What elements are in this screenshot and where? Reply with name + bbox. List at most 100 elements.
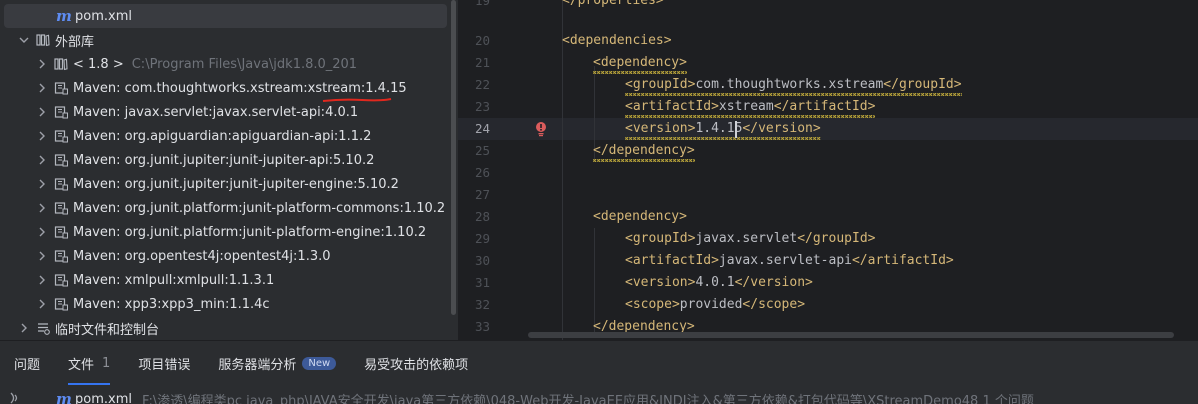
tree-item-maven-lib[interactable]: Maven: org.opentest4j:opentest4j:1.3.0 bbox=[0, 244, 458, 268]
chevron-down-icon[interactable] bbox=[18, 34, 30, 46]
tree-item-label: 临时文件和控制台 bbox=[55, 322, 160, 338]
line-number: 24 bbox=[474, 121, 490, 136]
editor-horizontal-scrollbar[interactable] bbox=[528, 332, 1174, 338]
tab-project-errors[interactable]: 项目错误 bbox=[124, 341, 204, 385]
line-number: 31 bbox=[474, 275, 490, 290]
tree-item-maven-lib[interactable]: Maven: org.junit.jupiter:junit-jupiter-a… bbox=[0, 148, 458, 172]
library-icon bbox=[36, 33, 50, 47]
line-number: 22 bbox=[474, 77, 490, 92]
tree-item-maven-lib[interactable]: Maven: org.junit.jupiter:junit-jupiter-e… bbox=[0, 172, 458, 196]
code-line: <dependency> bbox=[593, 52, 687, 74]
code-line-artifactid: <artifactId>xstream</artifactId> bbox=[625, 96, 876, 118]
tree-item-maven-lib[interactable]: Maven: org.apiguardian:apiguardian-api:1… bbox=[0, 124, 458, 148]
chevron-right-icon[interactable] bbox=[36, 82, 48, 94]
tree-item-label: Maven: javax.servlet:javax.servlet-api:4… bbox=[73, 104, 359, 120]
line-number: 19 bbox=[474, 0, 490, 8]
tab-problems[interactable]: 问题 bbox=[0, 341, 54, 385]
problem-file-row[interactable]: m pom.xml F:\渗透\编程类pc java_php\JAVA安全开发\… bbox=[0, 389, 1198, 404]
line-number: 25 bbox=[474, 143, 490, 158]
chevron-right-icon[interactable] bbox=[36, 154, 48, 166]
chevron-right-icon[interactable] bbox=[36, 106, 48, 118]
annotation-underline bbox=[322, 98, 392, 102]
tab-count: 1 bbox=[102, 355, 111, 371]
tab-label: 服务器端分析 bbox=[218, 357, 297, 373]
tree-item-label: Maven: org.opentest4j:opentest4j:1.3.0 bbox=[73, 248, 331, 264]
tree-item-scratches[interactable]: 临时文件和控制台 bbox=[0, 316, 458, 340]
text-caret bbox=[735, 121, 737, 138]
maven-m-icon: m bbox=[56, 390, 72, 404]
library-icon bbox=[54, 225, 68, 239]
chevron-right-icon[interactable] bbox=[36, 274, 48, 286]
chevron-right-icon[interactable] bbox=[36, 226, 48, 238]
tree-scrollbar[interactable] bbox=[451, 0, 456, 315]
tab-label: 文件 bbox=[68, 357, 95, 373]
problems-tabs: 问题 文件 1 项目错误 服务器端分析 New 易受攻击的依赖项 bbox=[0, 341, 1198, 385]
tree-item-maven-lib[interactable]: Maven: xmlpull:xmlpull:1.1.3.1 bbox=[0, 268, 458, 292]
line-number: 23 bbox=[474, 99, 490, 114]
line-number: 30 bbox=[474, 253, 490, 268]
library-icon bbox=[54, 201, 68, 215]
warning-bulb-icon[interactable] bbox=[534, 121, 548, 137]
line-number: 28 bbox=[474, 209, 490, 224]
chevron-right-icon[interactable] bbox=[36, 202, 48, 214]
maven-m-icon: m bbox=[56, 7, 72, 25]
problems-tool-window: 问题 文件 1 项目错误 服务器端分析 New 易受攻击的依赖项 m pom.xml… bbox=[0, 340, 1198, 404]
tree-item-label: Maven: org.junit.jupiter:junit-jupiter-a… bbox=[73, 152, 375, 168]
tree-item-jdk[interactable]: < 1.8 > C:\Program Files\Java\jdk1.8.0_2… bbox=[0, 52, 458, 76]
tree-item-label: Maven: org.junit.platform:junit-platform… bbox=[73, 200, 446, 216]
line-number: 26 bbox=[474, 165, 490, 180]
tab-label: 易受攻击的依赖项 bbox=[364, 357, 469, 373]
line-number: 27 bbox=[474, 187, 490, 202]
jdk-path: C:\Program Files\Java\jdk1.8.0_201 bbox=[131, 56, 358, 72]
tree-item-maven-lib[interactable]: Maven: org.junit.platform:junit-platform… bbox=[0, 220, 458, 244]
project-tree: m pom.xml 外部库 < 1.8 > C:\Program Files\J… bbox=[0, 0, 458, 340]
code-line-groupid: <groupId>com.thoughtworks.xstream</group… bbox=[625, 74, 962, 96]
library-icon bbox=[54, 273, 68, 287]
tree-item-pom-xml[interactable]: m pom.xml bbox=[4, 4, 447, 28]
library-icon bbox=[54, 57, 68, 71]
library-icon bbox=[54, 297, 68, 311]
tree-item-label: Maven: org.apiguardian:apiguardian-api:1… bbox=[73, 128, 372, 144]
code-line: </properties> bbox=[562, 0, 664, 8]
code-line-scope: <scope>provided</scope> bbox=[625, 297, 806, 312]
tree-item-label: Maven: org.junit.jupiter:junit-jupiter-e… bbox=[73, 176, 399, 192]
new-badge: New bbox=[302, 356, 337, 370]
tab-label: 项目错误 bbox=[138, 357, 191, 373]
code-line-artifactid: <artifactId>javax.servlet-api</artifactI… bbox=[625, 253, 954, 268]
library-icon bbox=[54, 153, 68, 167]
code-line: <dependency> bbox=[593, 209, 687, 224]
chevron-right-icon[interactable] bbox=[36, 250, 48, 262]
chevron-right-icon[interactable] bbox=[18, 322, 30, 334]
library-icon bbox=[54, 81, 68, 95]
tree-item-label: pom.xml bbox=[75, 8, 132, 24]
chevron-right-icon[interactable] bbox=[36, 130, 48, 142]
tab-server-analysis[interactable]: 服务器端分析 New bbox=[204, 341, 350, 385]
tree-item-label: Maven: org.junit.platform:junit-platform… bbox=[73, 224, 427, 240]
tree-item-maven-lib[interactable]: Maven: xpp3:xpp3_min:1.1.4c bbox=[0, 292, 458, 316]
code-editor[interactable]: 19 20 21 22 23 24 25 26 27 28 29 30 31 3… bbox=[458, 0, 1198, 340]
problem-file-path: F:\渗透\编程类pc java_php\JAVA安全开发\java第三方依赖\… bbox=[141, 393, 1034, 404]
library-icon bbox=[54, 105, 68, 119]
code-line-groupid: <groupId>javax.servlet</groupId> bbox=[625, 231, 876, 246]
code-line-version: <version>4.0.1</version> bbox=[625, 275, 813, 290]
tree-item-label: Maven: com.thoughtworks.xstream:xstream:… bbox=[73, 80, 407, 96]
line-number: 33 bbox=[474, 319, 490, 334]
tree-item-label: Maven: xpp3:xpp3_min:1.1.4c bbox=[73, 296, 270, 312]
code-line: </dependency> bbox=[593, 140, 695, 162]
library-icon bbox=[54, 249, 68, 263]
tab-file[interactable]: 文件 1 bbox=[54, 341, 124, 385]
chevron-right-icon[interactable] bbox=[36, 298, 48, 310]
problem-file-name: pom.xml bbox=[75, 391, 132, 404]
tree-item-label: < 1.8 > bbox=[73, 56, 124, 72]
tab-vulnerable-deps[interactable]: 易受攻击的依赖项 bbox=[350, 341, 482, 385]
chevron-right-icon[interactable] bbox=[36, 58, 48, 70]
tree-item-maven-lib[interactable]: Maven: org.junit.platform:junit-platform… bbox=[0, 196, 458, 220]
line-number: 29 bbox=[474, 231, 490, 246]
code-line-version: <version>1.4.15</version> bbox=[625, 118, 821, 140]
chevron-right-icon[interactable] bbox=[36, 178, 48, 190]
line-number: 32 bbox=[474, 297, 490, 312]
line-gutter: 19 20 21 22 23 24 25 26 27 28 29 30 31 3… bbox=[458, 0, 528, 340]
tree-item-external-libraries[interactable]: 外部库 bbox=[0, 28, 458, 52]
line-number: 21 bbox=[474, 55, 490, 70]
current-line-highlight bbox=[458, 118, 1198, 140]
